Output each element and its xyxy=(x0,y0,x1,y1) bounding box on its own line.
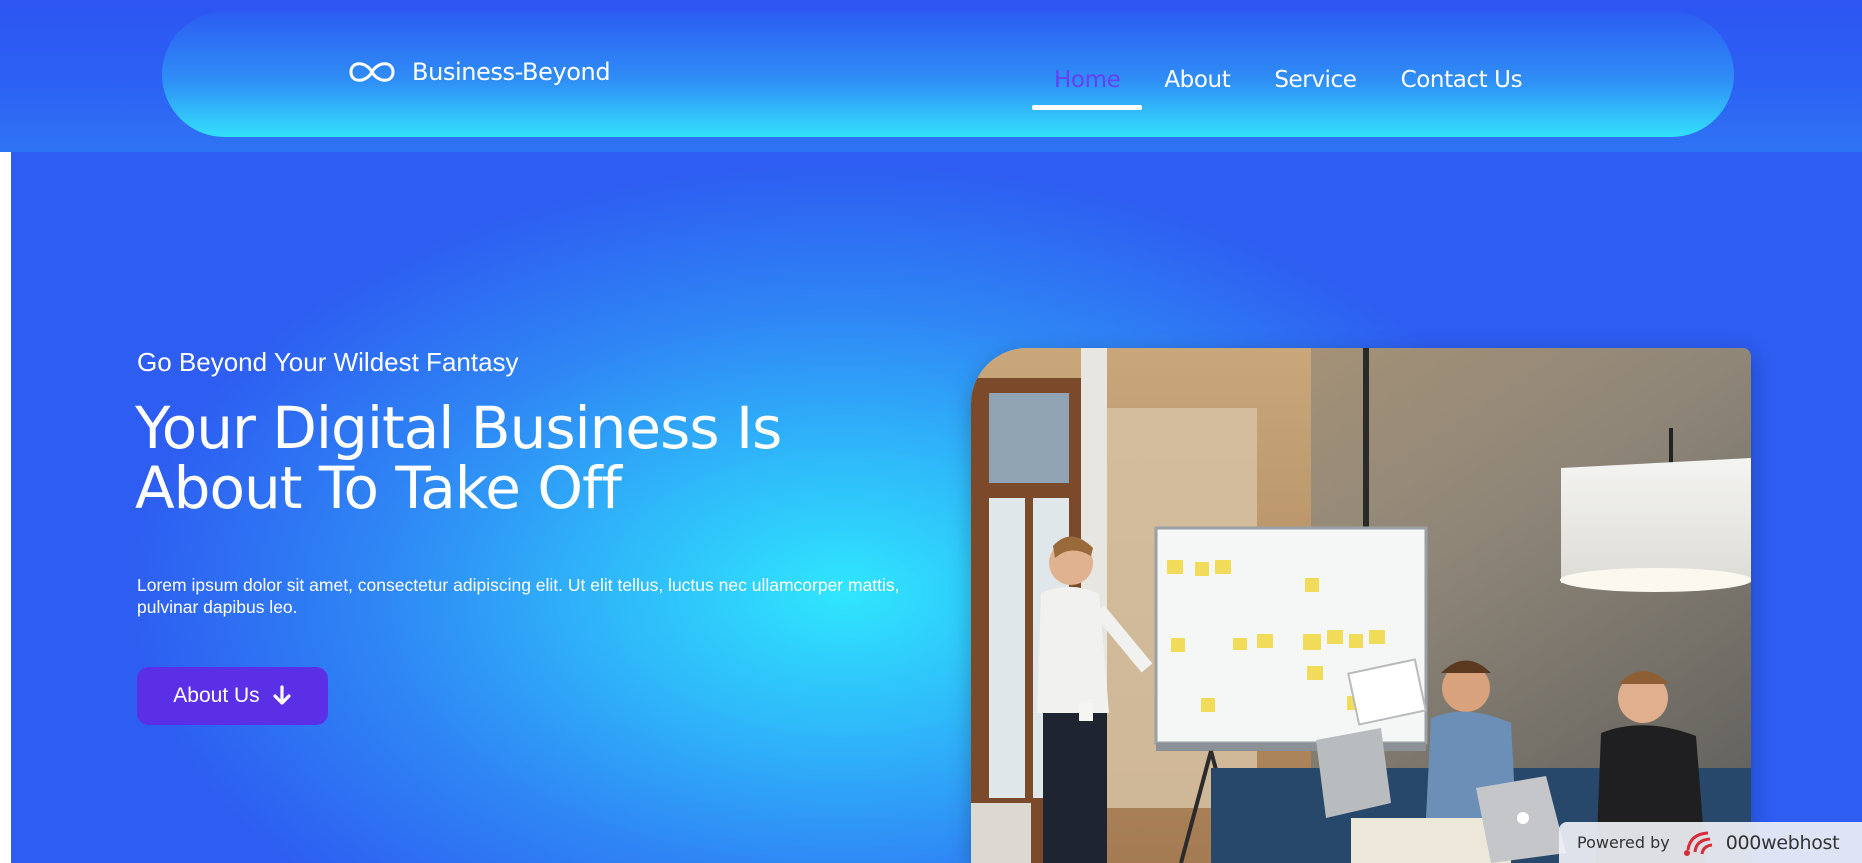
hero-description: Lorem ipsum dolor sit amet, consectetur … xyxy=(137,575,900,617)
nav-item-about[interactable]: About xyxy=(1142,52,1252,122)
team-meeting-photo xyxy=(971,348,1751,863)
host-name: 000webhost xyxy=(1725,831,1840,854)
hero-eyebrow: Go Beyond Your Wildest Fantasy xyxy=(137,347,519,377)
hero-title-line1: Your Digital Business Is xyxy=(135,394,782,462)
infinity-icon xyxy=(349,62,395,82)
nav-item-label: Home xyxy=(1054,67,1121,93)
nav-item-label: Contact Us xyxy=(1400,67,1523,93)
arrow-down-icon xyxy=(273,685,291,705)
nav-item-home[interactable]: Home xyxy=(1032,52,1143,122)
page: Business-Beyond Home About Service Conta… xyxy=(0,0,1862,863)
brand-name: Business-Beyond xyxy=(412,58,611,86)
active-nav-underline xyxy=(1032,105,1143,110)
hero-title-line2: About To Take Off xyxy=(135,454,622,522)
nav-item-label: Service xyxy=(1274,67,1357,93)
hero-image-team-meeting xyxy=(971,348,1751,863)
000webhost-logo-icon xyxy=(1683,831,1712,856)
about-us-button[interactable]: About Us xyxy=(137,667,328,725)
nav-item-contact-us[interactable]: Contact Us xyxy=(1379,52,1545,122)
brand-logo[interactable]: Business-Beyond xyxy=(346,57,611,87)
main-nav: Home About Service Contact Us xyxy=(1032,52,1544,122)
nav-item-label: About xyxy=(1164,67,1231,93)
about-us-button-label: About Us xyxy=(173,684,260,707)
hero-title: Your Digital Business Is About To Take O… xyxy=(135,398,855,518)
navbar: Business-Beyond Home About Service Conta… xyxy=(162,12,1734,137)
powered-by-label: Powered by xyxy=(1577,833,1670,852)
nav-item-service[interactable]: Service xyxy=(1252,52,1378,122)
powered-by-badge[interactable]: Powered by 000webhost xyxy=(1559,822,1862,863)
